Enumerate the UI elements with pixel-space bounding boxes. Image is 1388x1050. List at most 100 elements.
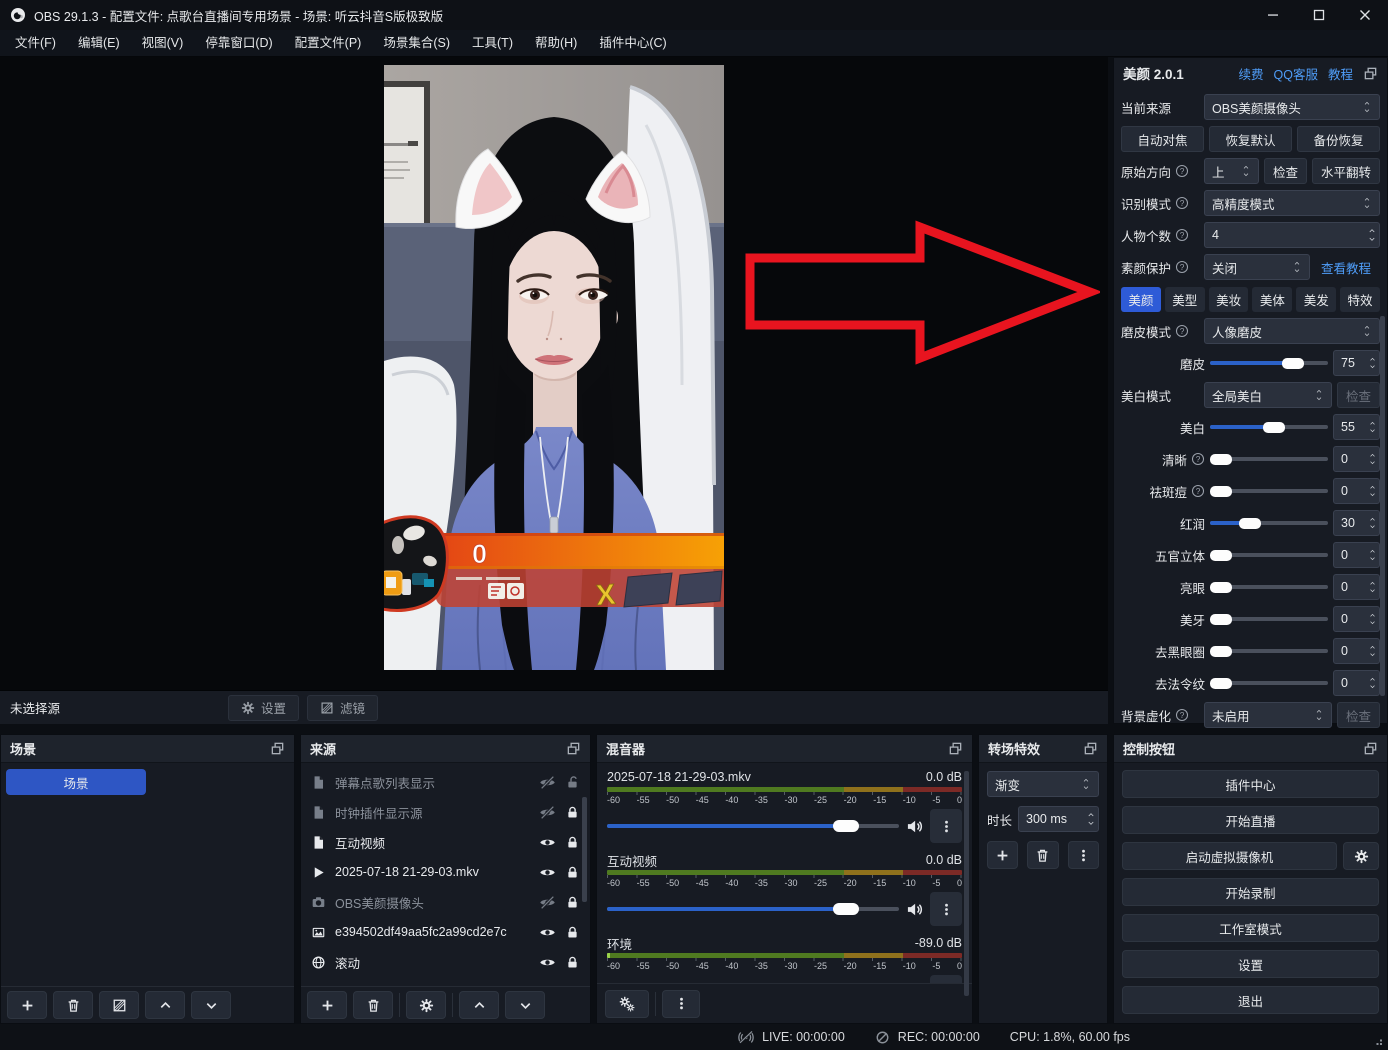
remove-scene-button[interactable]: [53, 991, 93, 1019]
makeup-protect-select[interactable]: 关闭: [1204, 254, 1310, 280]
eye-slash-icon[interactable]: [539, 894, 556, 911]
eye-slash-icon[interactable]: [539, 804, 556, 821]
help-icon[interactable]: [1175, 164, 1189, 178]
eye-icon[interactable]: [539, 924, 556, 941]
source-row[interactable]: 互动视频: [301, 827, 590, 857]
channel-menu-button[interactable]: [930, 892, 962, 926]
nasolabial-slider[interactable]: [1210, 670, 1328, 696]
recognition-select[interactable]: 高精度模式: [1204, 190, 1380, 216]
spinner-arrows-icon[interactable]: [1368, 516, 1377, 530]
source-row[interactable]: 2025-07-18 21-29-03.mkv: [301, 857, 590, 887]
mixer-menu-button[interactable]: [662, 990, 700, 1018]
virtual-camera-config-button[interactable]: [1343, 842, 1379, 870]
popout-icon[interactable]: [1363, 66, 1378, 81]
spinner-arrows-icon[interactable]: [1368, 676, 1377, 690]
speaker-icon[interactable]: [906, 901, 923, 918]
lock-icon[interactable]: [565, 925, 580, 940]
add-transition-button[interactable]: [987, 841, 1018, 869]
close-button[interactable]: [1342, 0, 1388, 30]
horizontal-flip-button[interactable]: 水平翻转: [1312, 158, 1380, 184]
renew-link[interactable]: 续费: [1239, 64, 1264, 83]
scene-item-selected[interactable]: 场景: [6, 769, 146, 795]
audio-settings-button[interactable]: [605, 990, 649, 1018]
source-properties-button[interactable]: [406, 991, 446, 1019]
slider-value-box[interactable]: 75: [1333, 350, 1380, 376]
help-icon[interactable]: [1191, 452, 1205, 466]
help-icon[interactable]: [1175, 260, 1189, 274]
lock-icon[interactable]: [565, 805, 580, 820]
spinner-arrows-icon[interactable]: [1086, 811, 1096, 827]
bg-blur-check-button[interactable]: 检查: [1337, 702, 1380, 728]
rosy-slider[interactable]: [1210, 510, 1328, 536]
source-up-button[interactable]: [459, 991, 499, 1019]
tab-effects[interactable]: 特效: [1340, 287, 1380, 312]
tutorial-link[interactable]: 教程: [1328, 64, 1353, 83]
tab-reshape[interactable]: 美型: [1165, 287, 1205, 312]
whiten-mode-select[interactable]: 全局美白: [1204, 382, 1332, 408]
lock-icon[interactable]: [565, 955, 580, 970]
source-row[interactable]: 时钟插件显示源: [301, 797, 590, 827]
smooth-slider[interactable]: [1210, 350, 1328, 376]
plugin-center-button[interactable]: 插件中心: [1122, 770, 1379, 798]
slider-value-box[interactable]: 0: [1333, 542, 1380, 568]
settings-button[interactable]: 设置: [1122, 950, 1379, 978]
slider-value-box[interactable]: 0: [1333, 638, 1380, 664]
spinner-arrows-icon[interactable]: [1368, 356, 1377, 370]
help-icon[interactable]: [1175, 196, 1189, 210]
help-icon[interactable]: [1175, 324, 1189, 338]
resize-grip[interactable]: [1368, 1031, 1384, 1047]
volume-slider[interactable]: [607, 814, 899, 838]
eye-icon[interactable]: [539, 834, 556, 851]
studio-mode-button[interactable]: 工作室模式: [1122, 914, 1379, 942]
lock-icon[interactable]: [565, 895, 580, 910]
maximize-button[interactable]: [1296, 0, 1342, 30]
qq-support-link[interactable]: QQ客服: [1274, 64, 1318, 83]
spinner-arrows-icon[interactable]: [1368, 452, 1377, 466]
lock-icon[interactable]: [565, 865, 580, 880]
source-row[interactable]: e394502df49aa5fc2a99cd2e7c: [301, 917, 590, 947]
spinner-arrows-icon[interactable]: [1368, 484, 1377, 498]
add-source-button[interactable]: [307, 991, 347, 1019]
help-icon[interactable]: [1175, 228, 1189, 242]
spinner-arrows-icon[interactable]: [1368, 580, 1377, 594]
help-icon[interactable]: [1191, 484, 1205, 498]
menu-edit[interactable]: 编辑(E): [67, 30, 131, 56]
menu-help[interactable]: 帮助(H): [524, 30, 588, 56]
menu-scene-collection[interactable]: 场景集合(S): [372, 30, 461, 56]
spinner-arrows-icon[interactable]: [1368, 612, 1377, 626]
transition-select[interactable]: 渐变: [987, 771, 1099, 797]
tab-body[interactable]: 美体: [1252, 287, 1292, 312]
spinner-arrows-icon[interactable]: [1368, 548, 1377, 562]
person-count-spinner[interactable]: 4: [1204, 222, 1380, 248]
menu-view[interactable]: 视图(V): [131, 30, 195, 56]
menu-profile[interactable]: 配置文件(P): [284, 30, 373, 56]
orientation-check-button[interactable]: 检查: [1264, 158, 1307, 184]
volume-slider[interactable]: [607, 897, 899, 921]
popout-icon[interactable]: [566, 741, 581, 756]
source-filters-button[interactable]: 滤镜: [307, 695, 378, 721]
beauty-scrollbar[interactable]: [1380, 316, 1385, 696]
slider-value-box[interactable]: 0: [1333, 606, 1380, 632]
menu-file[interactable]: 文件(F): [4, 30, 67, 56]
blemish-slider[interactable]: [1210, 478, 1328, 504]
slider-value-box[interactable]: 0: [1333, 478, 1380, 504]
sources-scrollbar[interactable]: [582, 797, 587, 902]
scene-down-button[interactable]: [191, 991, 231, 1019]
add-scene-button[interactable]: [7, 991, 47, 1019]
preview-canvas[interactable]: X 0: [0, 57, 1108, 690]
transition-menu-button[interactable]: [1068, 841, 1099, 869]
slider-value-box[interactable]: 0: [1333, 446, 1380, 472]
duration-spinner[interactable]: 300 ms: [1018, 806, 1099, 832]
slider-value-box[interactable]: 0: [1333, 574, 1380, 600]
start-streaming-button[interactable]: 开始直播: [1122, 806, 1379, 834]
eye-icon[interactable]: [539, 954, 556, 971]
slider-value-box[interactable]: 55: [1333, 414, 1380, 440]
menu-docks[interactable]: 停靠窗口(D): [194, 30, 283, 56]
mixer-scrollbar[interactable]: [964, 771, 969, 996]
autofocus-button[interactable]: 自动对焦: [1121, 126, 1204, 152]
popout-icon[interactable]: [1363, 741, 1378, 756]
source-properties-button[interactable]: 设置: [228, 695, 299, 721]
spinner-arrows-icon[interactable]: [1368, 420, 1377, 434]
speaker-icon[interactable]: [906, 818, 923, 835]
popout-icon[interactable]: [1083, 741, 1098, 756]
